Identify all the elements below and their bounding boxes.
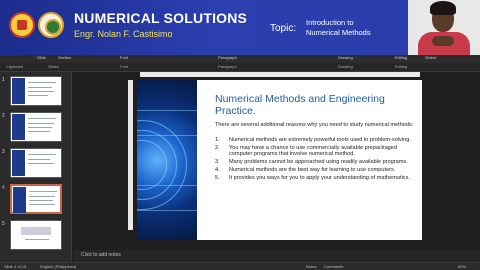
webcam-presenter xyxy=(408,0,480,55)
list-number: 5. xyxy=(215,174,220,181)
slide-thumbnail-panel: 1 2 3 4 5 xyxy=(0,72,72,262)
thumb-number-1: 1 xyxy=(2,77,5,83)
slide-thumbnail-5[interactable] xyxy=(10,220,62,250)
group-clipboard-label: Clipboard xyxy=(6,64,24,69)
college-seal-icon xyxy=(38,12,64,38)
screen: { "banner": { "title": "NUMERICAL SOLUTI… xyxy=(0,0,480,270)
ribbon-slide-button[interactable]: Slide xyxy=(37,55,46,60)
instructor-name: Engr. Nolan F. Castisimo xyxy=(74,29,173,39)
ribbon-select-button[interactable]: Select xyxy=(425,55,436,60)
list-text: Many problems cannot be approached using… xyxy=(229,159,408,166)
zoom-level[interactable]: 83% xyxy=(458,264,466,269)
thumb-number-2: 2 xyxy=(2,113,5,119)
thumb-number-5: 5 xyxy=(2,221,5,227)
horizontal-ruler xyxy=(140,72,420,77)
lecture-banner: NUMERICAL SOLUTIONS Engr. Nolan F. Casti… xyxy=(0,0,480,55)
thumb-number-3: 3 xyxy=(2,149,5,155)
list-item-3: 3. Many problems cannot be approached us… xyxy=(215,159,420,166)
comments-toggle-button[interactable]: Comments xyxy=(324,264,343,269)
list-item-5: 5. It provides you ways for you to apply… xyxy=(215,175,420,182)
presenter-hair xyxy=(430,1,456,15)
slide-thumbnail-2[interactable] xyxy=(10,112,62,142)
topic-value: Introduction to Numerical Methods xyxy=(306,18,396,38)
school-logo-icon xyxy=(9,12,35,38)
topic-label: Topic: xyxy=(270,23,297,34)
slide-numbered-list[interactable]: 1. Numerical methods are extremely power… xyxy=(215,137,420,183)
list-text: You may have a chance to use commerciall… xyxy=(229,144,398,158)
ribbon-group-labels: Clipboard Slides Font Paragraph Drawing … xyxy=(0,63,480,72)
status-bar: Slide 4 of 15 English (Philippines) Note… xyxy=(0,262,480,270)
list-number: 3. xyxy=(215,159,220,166)
thumb-number-4: 4 xyxy=(2,185,5,191)
list-item-2: 2. You may have a chance to use commerci… xyxy=(215,145,420,158)
list-text: It provides you ways for you to apply yo… xyxy=(229,174,410,181)
ribbon-font-group[interactable]: Font xyxy=(120,55,128,60)
list-text: Numerical methods are extremely powerful… xyxy=(229,137,411,143)
notes-pane[interactable]: Click to add notes xyxy=(73,250,480,262)
ribbon-editing-group[interactable]: Editing xyxy=(395,55,407,60)
list-number: 4. xyxy=(215,166,220,173)
group-slides-label: Slides xyxy=(48,64,59,69)
ribbon-drawing-group[interactable]: Drawing xyxy=(338,55,353,60)
vertical-ruler xyxy=(128,80,133,230)
globe-graphic xyxy=(137,80,197,240)
course-title: NUMERICAL SOLUTIONS xyxy=(74,10,248,26)
slide-intro-text[interactable]: There are several additional reasons why… xyxy=(215,122,420,129)
ribbon-section-button[interactable]: Section xyxy=(58,55,71,60)
group-drawing-label: Drawing xyxy=(338,64,353,69)
slide-thumbnail-1[interactable] xyxy=(10,76,62,106)
presenter-hands xyxy=(432,36,454,46)
list-text: Numerical methods are the best way for l… xyxy=(229,166,396,173)
slide-thumbnail-3[interactable] xyxy=(10,148,62,178)
slide-counter: Slide 4 of 15 xyxy=(4,264,27,269)
group-font-label: Font xyxy=(120,64,129,69)
notes-toggle-button[interactable]: Notes xyxy=(306,264,316,269)
slide-thumbnail-4-selected[interactable] xyxy=(10,184,62,214)
notes-placeholder: Click to add notes xyxy=(81,252,121,258)
list-item-1: 1. Numerical methods are extremely power… xyxy=(215,137,420,144)
ribbon-toolbar: Slide Section Font Paragraph Drawing Edi… xyxy=(0,55,480,63)
group-paragraph-label: Paragraph xyxy=(218,64,237,69)
ribbon-paragraph-group[interactable]: Paragraph xyxy=(218,55,237,60)
list-item-4: 4. Numerical methods are the best way fo… xyxy=(215,167,420,174)
language-indicator[interactable]: English (Philippines) xyxy=(40,264,76,269)
group-editing-label: Editing xyxy=(395,64,408,69)
topic-line-1: Introduction to xyxy=(306,18,354,27)
list-number: 2. xyxy=(215,144,220,151)
current-slide[interactable]: Numerical Methods and Engineering Practi… xyxy=(137,80,422,240)
topic-line-2: Numerical Methods xyxy=(306,28,371,37)
list-number: 1. xyxy=(215,137,220,143)
slide-title[interactable]: Numerical Methods and Engineering Practi… xyxy=(215,93,420,117)
